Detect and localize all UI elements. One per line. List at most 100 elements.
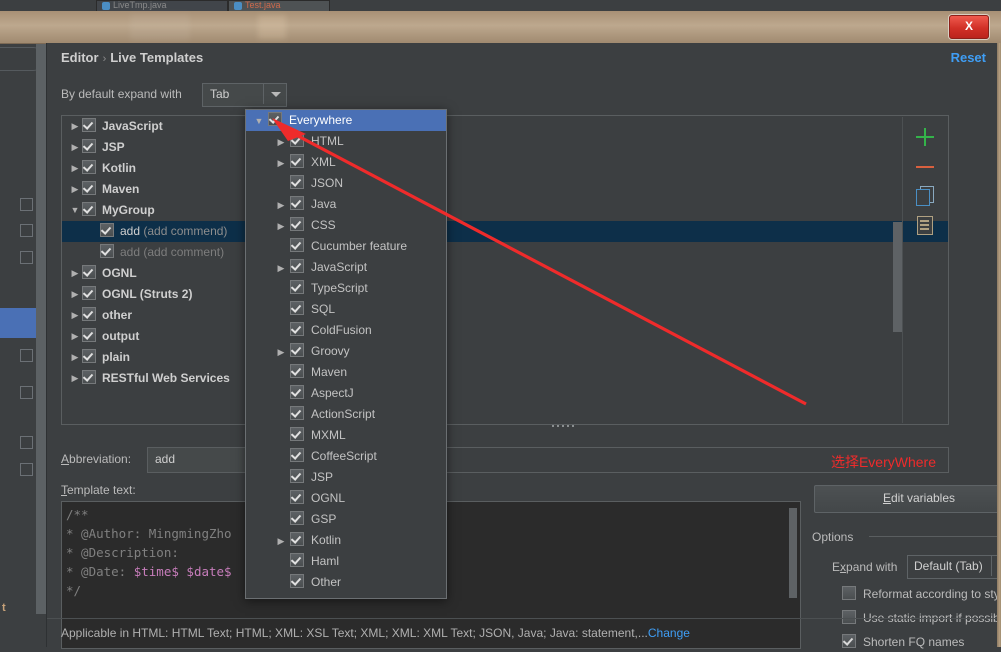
context-list-item[interactable]: ▶ Java xyxy=(246,194,446,215)
chevron-right-icon[interactable]: ▶ xyxy=(68,347,82,368)
ide-left-scrollbar[interactable] xyxy=(36,44,46,614)
tree-row[interactable]: add (add comment) xyxy=(62,242,948,263)
context-item-checkbox[interactable] xyxy=(290,406,304,420)
context-list-item[interactable]: MXML xyxy=(246,425,446,446)
tree-row[interactable]: add (add commend) xyxy=(62,221,948,242)
chevron-right-icon[interactable]: ▶ xyxy=(68,116,82,137)
tree-row[interactable]: ▶ output xyxy=(62,326,948,347)
edit-variables-button[interactable]: Edit variables xyxy=(814,485,1001,513)
tree-row-checkbox[interactable] xyxy=(82,139,96,153)
checkbox-reformat-according-to-style[interactable]: Reformat according to style xyxy=(842,586,1001,604)
context-list-item[interactable]: CoffeeScript xyxy=(246,446,446,467)
tree-row[interactable]: ▶ Kotlin xyxy=(62,158,948,179)
tree-row-checkbox[interactable] xyxy=(82,349,96,363)
context-item-checkbox[interactable] xyxy=(290,238,304,252)
template-editor-scrollbar[interactable] xyxy=(789,508,797,598)
minus-icon[interactable] xyxy=(913,155,937,179)
tree-row[interactable]: ▼ MyGroup xyxy=(62,200,948,221)
context-item-checkbox[interactable] xyxy=(290,301,304,315)
chevron-right-icon[interactable]: ▶ xyxy=(68,263,82,284)
context-item-checkbox[interactable] xyxy=(290,364,304,378)
chevron-right-icon[interactable]: ▶ xyxy=(272,132,290,153)
context-item-checkbox[interactable] xyxy=(290,175,304,189)
chevron-right-icon[interactable]: ▶ xyxy=(68,326,82,347)
plus-icon[interactable] xyxy=(913,125,937,149)
tree-row-checkbox[interactable] xyxy=(82,160,96,174)
context-item-checkbox[interactable] xyxy=(290,511,304,525)
context-list-item[interactable]: GSP xyxy=(246,509,446,530)
chevron-right-icon[interactable]: ▶ xyxy=(272,153,290,174)
context-list-item[interactable]: ▶ CSS xyxy=(246,215,446,236)
chevron-down-icon[interactable]: ▼ xyxy=(68,200,82,221)
chevron-right-icon[interactable]: ▶ xyxy=(68,305,82,326)
context-list-item[interactable]: ActionScript xyxy=(246,404,446,425)
tree-row-checkbox[interactable] xyxy=(82,265,96,279)
tree-row[interactable]: ▶ OGNL (Struts 2) xyxy=(62,284,948,305)
context-item-checkbox[interactable] xyxy=(290,574,304,588)
chevron-right-icon[interactable]: ▶ xyxy=(272,342,290,363)
context-item-checkbox[interactable] xyxy=(290,448,304,462)
chevron-down-icon[interactable] xyxy=(263,84,286,104)
context-list-item[interactable]: OGNL xyxy=(246,488,446,509)
chevron-right-icon[interactable]: ▶ xyxy=(68,368,82,389)
tree-scrollbar[interactable] xyxy=(893,222,902,332)
context-item-checkbox[interactable] xyxy=(290,385,304,399)
chevron-right-icon[interactable]: ▶ xyxy=(272,258,290,279)
context-item-checkbox[interactable] xyxy=(290,427,304,441)
chevron-right-icon[interactable]: ▶ xyxy=(272,195,290,216)
context-list-item[interactable]: Cucumber feature xyxy=(246,236,446,257)
tree-row-checkbox[interactable] xyxy=(82,370,96,384)
chevron-right-icon[interactable]: ▶ xyxy=(68,158,82,179)
context-item-checkbox[interactable] xyxy=(268,112,282,126)
tree-row[interactable]: ▶ JavaScript xyxy=(62,116,948,137)
tree-row-checkbox[interactable] xyxy=(82,286,96,300)
context-item-checkbox[interactable] xyxy=(290,217,304,231)
tree-row-checkbox[interactable] xyxy=(82,328,96,342)
reset-link[interactable]: Reset xyxy=(951,50,986,65)
context-list-item[interactable]: ▶ HTML xyxy=(246,131,446,152)
chevron-right-icon[interactable]: ▶ xyxy=(68,179,82,200)
tree-row-checkbox[interactable] xyxy=(82,307,96,321)
context-list-item[interactable]: Other xyxy=(246,572,446,593)
context-list-item[interactable]: Maven xyxy=(246,362,446,383)
copy-icon[interactable] xyxy=(913,183,937,207)
context-item-checkbox[interactable] xyxy=(290,196,304,210)
templates-tree-panel[interactable]: ▶ JavaScript ▶ JSP ▶ Kotlin ▶ Maven ▼ MyGroup add … xyxy=(61,115,949,425)
context-item-checkbox[interactable] xyxy=(290,154,304,168)
context-item-checkbox[interactable] xyxy=(290,322,304,336)
context-list-item[interactable]: ▶ XML xyxy=(246,152,446,173)
change-link[interactable]: Change xyxy=(648,626,690,640)
context-list-item[interactable]: AspectJ xyxy=(246,383,446,404)
context-list-item[interactable]: Haml xyxy=(246,551,446,572)
context-item-checkbox[interactable] xyxy=(290,490,304,504)
tree-row-checkbox[interactable] xyxy=(100,244,114,258)
chevron-right-icon[interactable]: ▶ xyxy=(272,531,290,552)
context-item-checkbox[interactable] xyxy=(290,553,304,567)
tree-row[interactable]: ▶ JSP xyxy=(62,137,948,158)
context-item-checkbox[interactable] xyxy=(290,532,304,546)
context-item-checkbox[interactable] xyxy=(290,259,304,273)
chevron-right-icon[interactable]: ▶ xyxy=(272,216,290,237)
tree-row[interactable]: ▶ plain xyxy=(62,347,948,368)
context-selection-popup[interactable]: ▼ Everywhere ▶ HTML ▶ XML JSON ▶ Java ▶ CSS Cucumbe… xyxy=(245,109,447,599)
context-list-item[interactable]: ▶ Kotlin xyxy=(246,530,446,551)
context-list-item[interactable]: JSON xyxy=(246,173,446,194)
expand-with-combo[interactable]: Default (Tab) xyxy=(907,555,1001,579)
chevron-down-icon[interactable]: ▼ xyxy=(250,111,268,132)
splitter-handle[interactable] xyxy=(552,424,580,429)
context-list-item[interactable]: JSP xyxy=(246,467,446,488)
context-list-item[interactable]: ▶ Groovy xyxy=(246,341,446,362)
context-list-item[interactable]: ColdFusion xyxy=(246,320,446,341)
tree-row[interactable]: ▶ OGNL xyxy=(62,263,948,284)
context-list-item[interactable]: SQL xyxy=(246,299,446,320)
context-item-checkbox[interactable] xyxy=(290,343,304,357)
chevron-right-icon[interactable]: ▶ xyxy=(68,137,82,158)
context-list-item[interactable]: TypeScript xyxy=(246,278,446,299)
context-list-item[interactable]: ▶ JavaScript xyxy=(246,257,446,278)
context-item-checkbox[interactable] xyxy=(290,133,304,147)
tree-row-checkbox[interactable] xyxy=(82,181,96,195)
tree-row-checkbox[interactable] xyxy=(82,118,96,132)
tree-row-checkbox[interactable] xyxy=(100,223,114,237)
context-list-item[interactable]: ▼ Everywhere xyxy=(246,110,446,131)
breadcrumb-root[interactable]: Editor xyxy=(61,50,99,65)
